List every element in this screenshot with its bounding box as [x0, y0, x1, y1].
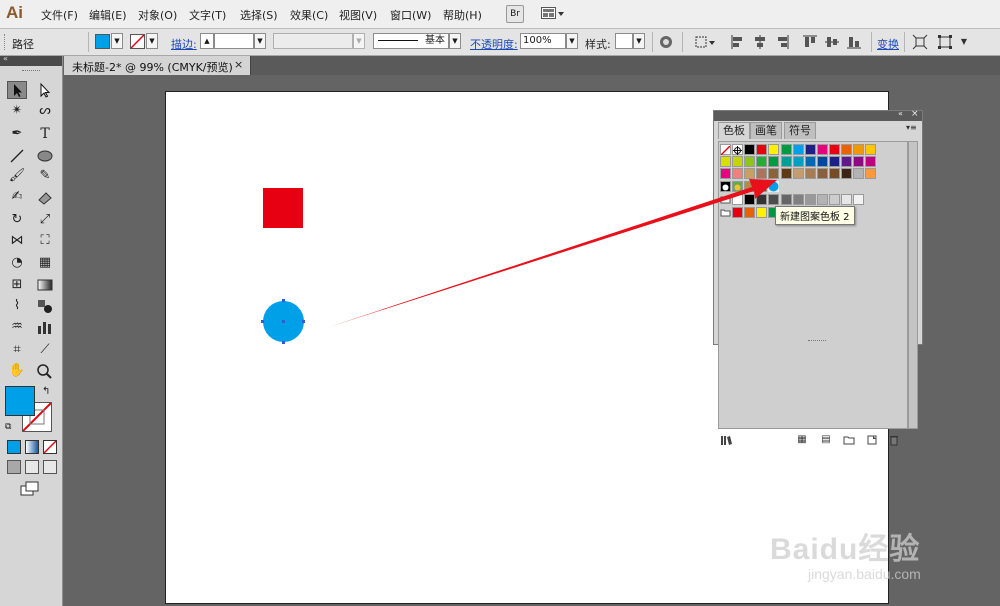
- baidu-watermark-logo: Baidu经验: [770, 533, 921, 566]
- baidu-watermark-url: jingyan.baidu.com: [808, 566, 921, 582]
- annotation-arrow: [329, 179, 777, 327]
- fill-color-box[interactable]: [5, 386, 35, 416]
